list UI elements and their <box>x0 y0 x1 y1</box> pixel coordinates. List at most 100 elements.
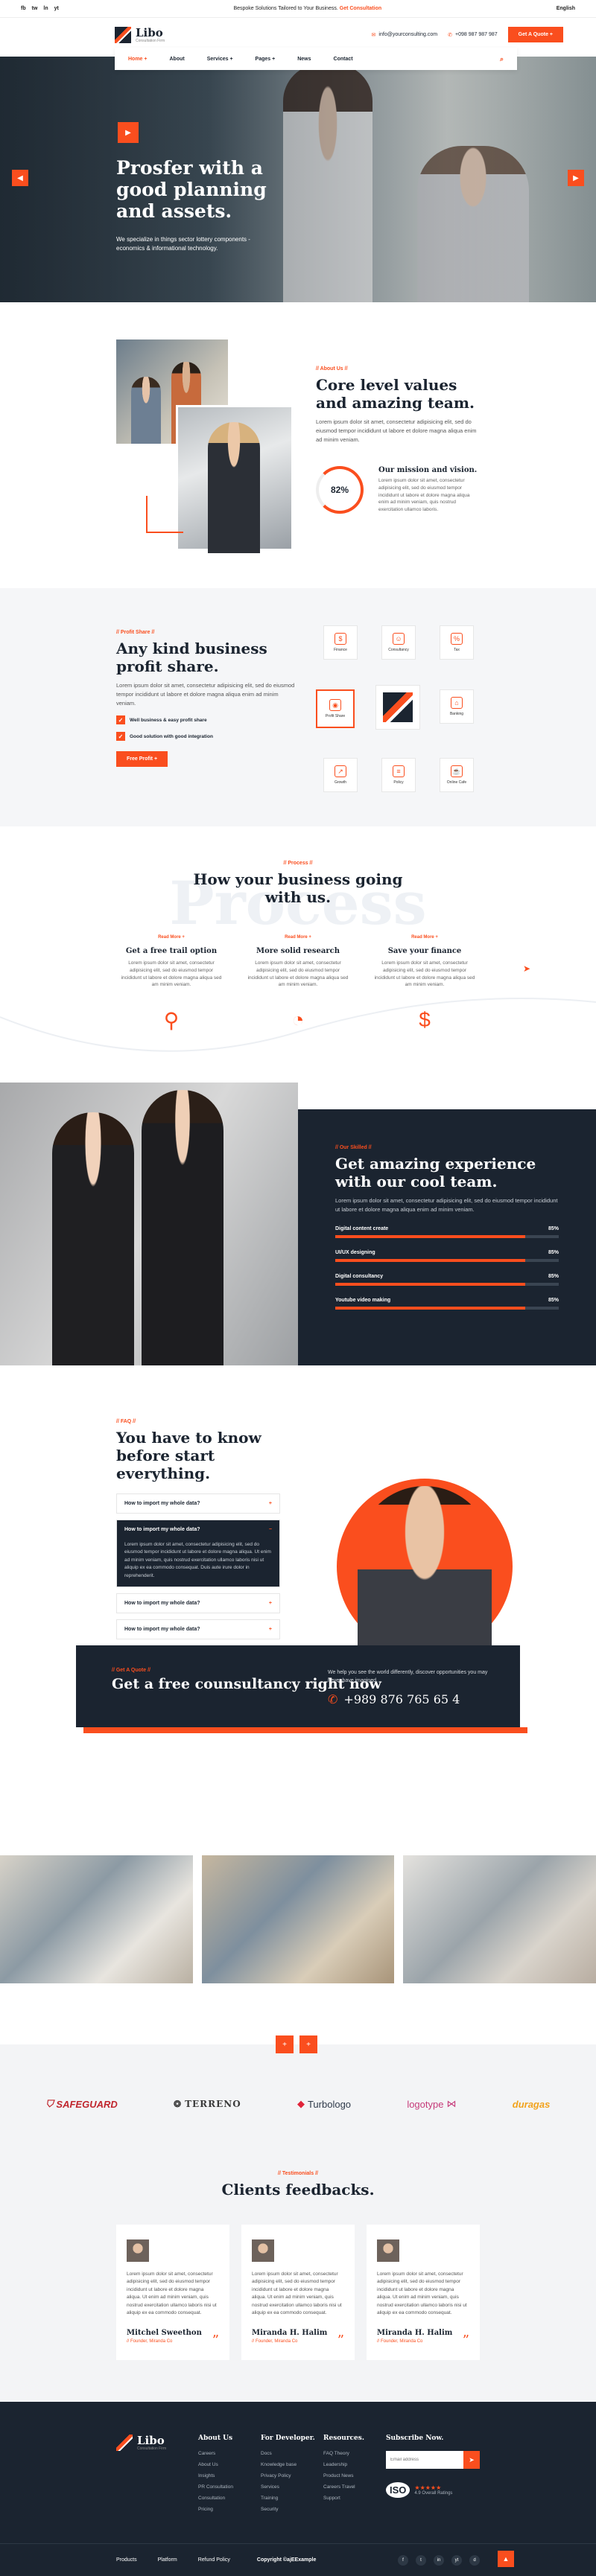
play-video-icon[interactable]: ▶ <box>118 122 139 143</box>
header-email[interactable]: info@yourconsulting.com <box>378 32 437 37</box>
facebook-icon[interactable]: fb <box>21 6 26 11</box>
brand-terreno: ❂ TERRENO <box>174 2099 241 2109</box>
facebook-icon[interactable]: f <box>398 2554 408 2566</box>
plus-icon: + <box>268 1501 272 1506</box>
twitter-icon[interactable]: tw <box>32 6 38 11</box>
gallery-image[interactable] <box>201 1855 395 1983</box>
skills-panel: // Our Skilled // Get amazing experience… <box>298 1109 596 1365</box>
finance-icon: $ <box>335 633 346 645</box>
testimonial-name: Miranda H. Halim <box>377 2329 453 2338</box>
footer-link[interactable]: Pricing <box>198 2507 261 2512</box>
profit-share-tile[interactable]: ◉ Profit Share <box>316 689 355 728</box>
footer-bottom-link[interactable]: Products <box>116 2557 137 2563</box>
footer-link[interactable]: Security <box>261 2507 323 2512</box>
footer-brand: Libo Consultation Firm <box>116 2435 198 2518</box>
check-icon: ✓ <box>116 732 125 741</box>
finance-tile[interactable]: $ Finance <box>323 625 358 660</box>
footer-link[interactable]: Docs <box>261 2451 323 2456</box>
growth-icon: ↗ <box>335 765 346 777</box>
skill-fill <box>335 1259 525 1262</box>
youtube-icon[interactable]: yt <box>451 2554 462 2566</box>
hero-prev-arrow-icon[interactable]: ◀ <box>12 170 28 186</box>
footer-link[interactable]: About Us <box>198 2462 261 2467</box>
money-hand-icon: $ <box>419 1008 431 1031</box>
gallery <box>0 1855 596 1983</box>
dribbble-icon[interactable]: d <box>469 2554 480 2566</box>
search-icon[interactable]: ⌕ <box>500 55 504 63</box>
profit-tag: // Profit Share // <box>116 630 155 635</box>
footer-link[interactable]: Product News <box>323 2473 386 2478</box>
tax-tile[interactable]: % Tax <box>440 625 474 660</box>
footer-link[interactable]: Privacy Policy <box>261 2473 323 2478</box>
footer-link[interactable]: PR Consultation <box>198 2484 261 2490</box>
footer-link[interactable]: Support <box>323 2496 386 2501</box>
gallery-image[interactable] <box>403 1855 596 1983</box>
footer-link[interactable]: Insights <box>198 2473 261 2478</box>
testimonial-card: Lorem ipsum dolor sit amet, consectetur … <box>241 2225 355 2360</box>
shield-icon: ⛉ <box>45 2098 54 2109</box>
policy-tile[interactable]: ≡ Policy <box>381 758 416 792</box>
read-more-link[interactable]: Read More + <box>246 935 350 940</box>
nav-services[interactable]: Services + <box>207 57 233 62</box>
footer-link[interactable]: FAQ Theory <box>323 2451 386 2456</box>
gallery-prev-button[interactable]: + <box>276 2035 294 2053</box>
scroll-to-top-button[interactable]: ▲ <box>498 2551 514 2567</box>
language-select[interactable]: English <box>557 6 575 11</box>
hero-next-arrow-icon[interactable]: ▶ <box>568 170 584 186</box>
footer-link[interactable]: Services <box>261 2484 323 2490</box>
linkedin-icon[interactable]: in <box>434 2554 444 2566</box>
read-more-link[interactable]: Read More + <box>372 935 477 940</box>
cta-phone[interactable]: ✆ +989 876 765 65 4 <box>328 1692 492 1706</box>
online-cafe-tile[interactable]: ☕ Online Cafe <box>440 758 474 792</box>
process-title: How your business going with us. <box>193 870 403 906</box>
step-title: More solid research <box>256 947 340 955</box>
site-logo[interactable]: Libo Consultation Firm <box>115 27 165 43</box>
subscribe-button[interactable]: ➤ <box>463 2451 480 2469</box>
gallery-next-button[interactable]: + <box>299 2035 317 2053</box>
magnifier-chart-icon: ⚲ <box>163 1008 180 1032</box>
team-section: // Our Skilled // Get amazing experience… <box>0 1083 596 1365</box>
check-item: ✓ Well business & easy profit share <box>116 715 295 724</box>
footer-bottom-link[interactable]: Refund Policy <box>198 2557 230 2563</box>
nav-about[interactable]: About <box>169 57 184 62</box>
step-title: Get a free trail option <box>125 947 218 955</box>
nav-news[interactable]: News <box>297 57 311 62</box>
brand-turbologo: ◆ Turbologo <box>297 2098 352 2110</box>
faq-question-open[interactable]: How to import my whole data? − Lorem ipsu… <box>116 1520 280 1587</box>
twitter-icon[interactable]: t <box>416 2554 426 2566</box>
logo-mark-icon <box>383 692 413 722</box>
get-quote-button[interactable]: Get A Quote + <box>507 27 563 42</box>
nav-pages[interactable]: Pages + <box>256 57 276 62</box>
footer-bottom-link[interactable]: Platform <box>158 2557 177 2563</box>
header-phone[interactable]: +098 987 987 987 <box>455 32 498 37</box>
promo-link[interactable]: Get Consultation <box>340 6 381 11</box>
free-profit-button[interactable]: Free Profit + <box>116 751 168 767</box>
skill-fill <box>335 1235 525 1238</box>
nav-home[interactable]: Home + <box>128 57 147 62</box>
service-icon-grid: $ Finance ☺ Consultancy % Tax ◉ Profit Share… <box>316 625 480 797</box>
faq-question[interactable]: How to import my whole data? + <box>116 1493 280 1514</box>
nav-contact[interactable]: Contact <box>334 57 353 62</box>
read-more-link[interactable]: Read More + <box>119 935 224 940</box>
skill-fill <box>335 1283 525 1286</box>
consultancy-tile[interactable]: ☺ Consultancy <box>381 625 416 660</box>
footer-logo[interactable]: Libo Consultation Firm <box>116 2435 198 2451</box>
footer-link[interactable]: Leadership <box>323 2462 386 2467</box>
youtube-icon[interactable]: yt <box>54 6 59 11</box>
gallery-image[interactable] <box>0 1855 193 1983</box>
email-field[interactable] <box>386 2451 463 2469</box>
growth-tile[interactable]: ↗ Growth <box>323 758 358 792</box>
faq-question[interactable]: How to import my whole data? + <box>116 1619 280 1639</box>
step-text: Lorem ipsum dolor sit amet, consectetur … <box>121 960 222 988</box>
banking-tile[interactable]: ⌂ Banking <box>440 689 474 724</box>
copyright: Copyright ©ajEExample <box>256 2557 317 2563</box>
footer-link[interactable]: Knowledge base <box>261 2462 323 2467</box>
faq-question[interactable]: How to import my whole data? + <box>116 1593 280 1613</box>
process-step: Read More + More solid research Lorem ip… <box>246 935 350 1036</box>
footer-link[interactable]: Consultation <box>198 2496 261 2501</box>
footer-link[interactable]: Training <box>261 2496 323 2501</box>
footer-link[interactable]: Careers Travel <box>323 2484 386 2490</box>
footer-link[interactable]: Careers <box>198 2451 261 2456</box>
check-icon: ✓ <box>116 715 125 724</box>
linkedin-icon[interactable]: ln <box>43 6 48 11</box>
